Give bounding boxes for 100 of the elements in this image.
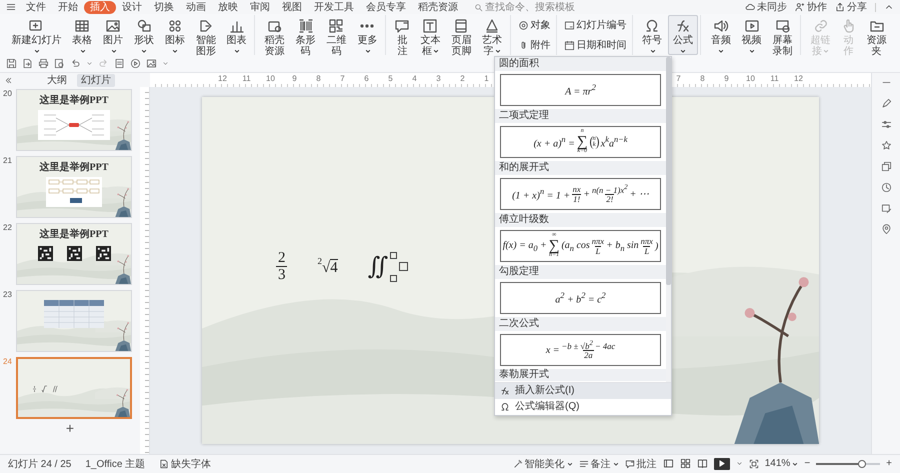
ruler-number: 3 — [435, 72, 442, 85]
slide-thumbnail[interactable]: 这里是举例PPT — [16, 88, 132, 151]
equation[interactable]: 2 3 — [276, 250, 288, 284]
save-icon[interactable] — [6, 58, 17, 69]
clock-icon[interactable] — [880, 182, 892, 193]
menu-item[interactable]: 插入新公式(I) — [495, 383, 671, 399]
toolbar-button[interactable]: 智能图形 — [190, 15, 222, 55]
menu-item[interactable]: 公式编辑器(Q) — [495, 399, 671, 415]
menu-tab[interactable]: 会员专享 — [360, 0, 412, 14]
toolbar-button[interactable]: 更多 — [352, 15, 383, 55]
scrollbar[interactable] — [666, 57, 671, 382]
search-field[interactable]: 查找命令、搜索模板 — [474, 2, 585, 12]
toolbar-button[interactable]: 符号 — [636, 15, 668, 55]
toolbar-button[interactable]: 条形码 — [290, 15, 321, 55]
toolbar-button[interactable]: 视频 — [736, 15, 768, 55]
toolbar-button[interactable]: 幻灯片编号 — [562, 17, 629, 33]
toolbar-button[interactable]: 资源夹 — [861, 15, 892, 55]
toolbar-button[interactable]: 二维码 — [321, 15, 352, 55]
print-icon[interactable] — [38, 58, 49, 69]
zoom-in-button[interactable]: + — [886, 458, 892, 470]
header-button[interactable]: 未同步 — [745, 0, 787, 14]
missing-fonts-button[interactable]: 缺失字体 — [159, 456, 212, 471]
book-icon[interactable] — [696, 458, 708, 470]
toolbar-button[interactable]: 日期和时间 — [562, 37, 629, 53]
slide-thumbnail[interactable]: 这里是举例PPT — [16, 222, 132, 285]
toolbar-button[interactable]: 批注 — [390, 15, 415, 55]
toolbar-button[interactable]: 图标 — [159, 15, 190, 55]
panel-tab[interactable]: 幻灯片 — [77, 74, 115, 88]
pen-icon[interactable] — [880, 98, 892, 109]
play-circle-icon[interactable] — [130, 58, 141, 69]
page-x-icon — [159, 458, 170, 469]
toolbar-button[interactable]: 艺术字 — [476, 15, 508, 55]
copy-icon[interactable] — [880, 160, 892, 172]
placeholder-box[interactable] — [399, 262, 408, 272]
menu-tab[interactable]: 稻壳资源 — [412, 0, 464, 14]
map-pin-icon[interactable] — [880, 224, 892, 235]
play-button[interactable] — [714, 458, 730, 470]
normal-view-icon[interactable] — [662, 458, 674, 470]
smart-art-icon — [198, 18, 214, 34]
header-button[interactable]: 分享 — [835, 0, 867, 14]
add-slide-button[interactable]: + — [66, 420, 74, 435]
toolbar-button[interactable]: 附件 — [516, 37, 553, 53]
menu-tab[interactable]: 视图 — [276, 0, 308, 14]
zoom-button[interactable]: 141% — [764, 458, 798, 470]
slide-thumbnail[interactable]: 这里是举例PPT — [16, 156, 132, 218]
panel-tab[interactable]: 大纲 — [43, 74, 71, 88]
placeholder-box[interactable] — [390, 274, 398, 282]
undo-icon[interactable] — [70, 58, 81, 69]
menu-icon[interactable] — [6, 2, 16, 12]
menu-tab[interactable]: 动画 — [180, 0, 212, 14]
list-icon[interactable] — [114, 58, 125, 69]
toolbar-button[interactable]: 新建幻灯片 — [6, 15, 67, 55]
ruler-number: 5 — [387, 72, 394, 85]
theme-button[interactable]: 1_Office 主题 — [85, 456, 146, 471]
toolbar-button[interactable]: 表格 — [66, 15, 98, 55]
image-icon[interactable] — [146, 58, 157, 69]
image-edit-icon[interactable] — [880, 202, 892, 214]
toolbar-button[interactable]: 页眉页脚 — [446, 15, 477, 55]
preview-icon[interactable] — [54, 58, 65, 69]
toolbar-button[interactable]: 稻壳资源 — [259, 15, 290, 55]
zoom-slider[interactable] — [816, 458, 880, 469]
comments-button[interactable]: 批注 — [624, 456, 657, 471]
mind-map-drawing — [38, 110, 110, 140]
menu-tab[interactable]: 开发工具 — [308, 0, 360, 14]
fit-to-window-icon[interactable] — [748, 458, 759, 469]
menu-tab[interactable]: 审阅 — [244, 0, 276, 14]
toolbar-button[interactable]: 图表 — [221, 15, 252, 55]
equation[interactable]: $^{2}$√4 — [317, 256, 338, 278]
menu-tab[interactable]: 文件 — [20, 0, 52, 14]
caret-icon — [792, 460, 798, 467]
formula-option[interactable]: a$^{2}$ + b$^{2}$ = c$^{2}$ — [500, 282, 661, 314]
caret-down-icon[interactable] — [162, 60, 169, 67]
menu-tab[interactable]: 切换 — [148, 0, 180, 14]
file-arrow-icon[interactable] — [22, 58, 33, 69]
menu-tab[interactable]: 放映 — [212, 0, 244, 14]
formula-option[interactable]: A = πr$^{2}$ — [500, 74, 661, 106]
placeholder-box[interactable] — [390, 252, 398, 259]
toolbar-button[interactable]: 屏幕录制 — [767, 15, 798, 55]
beautify-button[interactable]: 智能美化 — [512, 456, 573, 471]
sliders-icon[interactable] — [880, 118, 892, 130]
chevrons-left-icon[interactable] — [4, 76, 13, 86]
star-icon[interactable] — [880, 140, 892, 151]
slide-sorter-icon[interactable] — [680, 458, 691, 470]
toolbar-button[interactable]: 文本框 — [414, 15, 446, 55]
menu-tab[interactable]: 设计 — [116, 0, 148, 14]
zoom-out-button[interactable]: − — [804, 458, 810, 470]
notes-button[interactable]: 备注 — [578, 456, 619, 471]
toolbar-button[interactable]: 公式 — [668, 15, 698, 55]
toolbar-button[interactable]: 对象 — [516, 17, 553, 33]
barcode-icon — [298, 18, 314, 34]
toolbar-button[interactable]: 音频 — [705, 15, 736, 55]
header-button[interactable]: 协作 — [795, 0, 827, 14]
toolbar-button[interactable]: 图片 — [98, 15, 128, 55]
menu-tab[interactable]: 开始 — [52, 0, 84, 14]
integral-sign[interactable]: ∬ — [368, 254, 388, 279]
caret-down-icon[interactable] — [736, 460, 743, 468]
caret-down-icon[interactable] — [86, 60, 93, 67]
ruler-number: 9 — [291, 72, 298, 85]
lines-icon — [578, 458, 589, 469]
toolbar-button[interactable]: 形状 — [128, 15, 160, 55]
